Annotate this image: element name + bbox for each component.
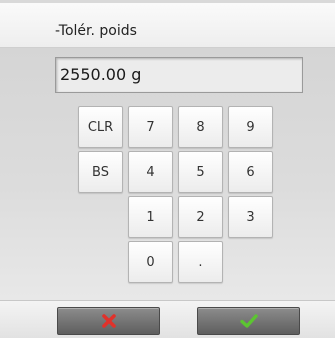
key-0[interactable]: 0 (128, 241, 173, 283)
key-9[interactable]: 9 (228, 106, 273, 148)
red-x-icon (101, 314, 116, 328)
key-clear[interactable]: CLR (78, 106, 123, 148)
confirm-button[interactable] (197, 307, 300, 335)
key-5[interactable]: 5 (178, 151, 223, 193)
keypad-area: 2550.00 g CLR 7 8 9 BS 4 5 6 1 2 3 0 . (0, 48, 335, 300)
key-4[interactable]: 4 (128, 151, 173, 193)
cancel-button[interactable] (57, 307, 160, 335)
key-7[interactable]: 7 (128, 106, 173, 148)
key-6[interactable]: 6 (228, 151, 273, 193)
key-2[interactable]: 2 (178, 196, 223, 238)
action-bar (0, 300, 335, 338)
green-check-icon (239, 314, 258, 328)
entered-value: 2550.00 g (60, 65, 142, 84)
page-title: -Tolér. poids (55, 23, 137, 39)
value-display: 2550.00 g (55, 57, 303, 93)
key-backspace[interactable]: BS (78, 151, 123, 193)
key-3[interactable]: 3 (228, 196, 273, 238)
key-1[interactable]: 1 (128, 196, 173, 238)
title-bar-top-line (0, 0, 335, 3)
key-8[interactable]: 8 (178, 106, 223, 148)
numeric-entry-screen: -Tolér. poids 2550.00 g CLR 7 8 9 BS 4 5… (0, 0, 335, 338)
title-bar: -Tolér. poids (0, 0, 335, 48)
key-decimal-point[interactable]: . (178, 241, 223, 283)
